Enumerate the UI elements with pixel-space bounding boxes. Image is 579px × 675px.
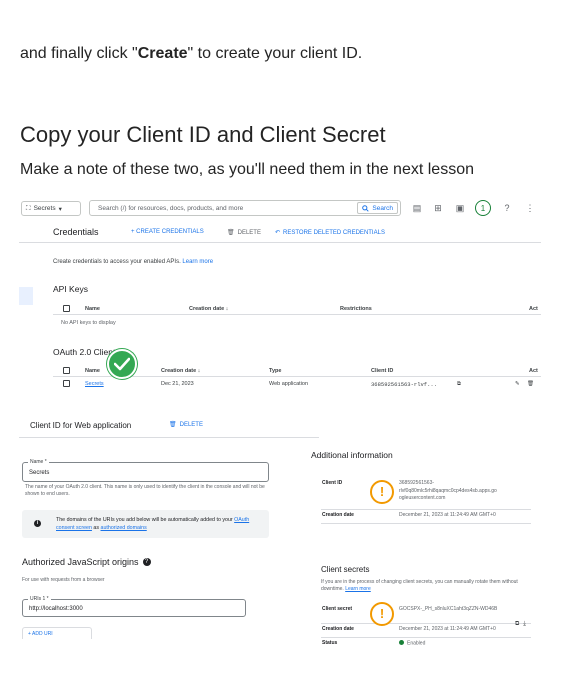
uri-label: URIs 1 * [28,596,51,602]
select-all-checkbox[interactable] [63,367,70,374]
search-placeholder: Search (/) for resources, docs, products… [98,205,244,212]
learn-more-link[interactable]: Learn more [345,586,371,592]
checkmark-icon [107,349,137,379]
status-badge: Enabled [399,640,425,648]
alert-icon: ! [370,602,394,626]
delete-client-button[interactable]: 🗑 DELETE [169,421,203,429]
select-all-checkbox[interactable] [63,305,70,312]
sort-creation-date[interactable]: Creation date ↓ [161,368,200,374]
api-keys-empty: No API keys to display [61,320,116,326]
client-id-header: Client ID for Web application 🗑 DELETE [19,412,319,438]
copy-icon[interactable]: ⧉ [457,381,461,388]
check-circle-icon [399,640,404,645]
lead-text: Make a note of these two, as you'll need… [20,161,474,178]
alert-icon: ! [370,480,394,504]
notes-icon[interactable]: ▤ [412,203,422,213]
section-heading: Copy your Client ID and Client Secret [20,122,386,147]
name-value: Secrets [29,470,50,476]
terminal-icon[interactable]: ▣ [455,203,465,213]
row-checkbox[interactable] [63,380,70,387]
page-title: Credentials [53,227,99,237]
learn-more-link[interactable]: Learn more [182,259,213,265]
project-selector[interactable]: ⛶ Secrets ▾ [21,201,81,216]
additional-info-title: Additional information [311,450,393,460]
restore-button[interactable]: ↶ RESTORE DELETED CREDENTIALS [275,229,385,237]
api-keys-selection-marker [19,287,33,305]
client-secrets-title: Client secrets [321,565,370,574]
client-id-title: Client ID for Web application [30,421,132,430]
api-keys-title: API Keys [53,284,88,294]
help-icon[interactable]: ? [502,203,512,213]
trash-icon: 🗑 [169,422,177,428]
status-row: Status Enabled [321,637,531,647]
additional-info-panel: Additional information Client ID 3685925… [309,438,541,647]
trash-icon[interactable]: 🗑 [527,381,534,387]
trash-icon: 🗑 [227,230,235,236]
sort-creation-date[interactable]: Creation date ↓ [189,306,228,312]
help-icon[interactable]: ? [142,558,151,566]
intro-text: and finally click "Create" to create you… [20,45,363,62]
name-help: The name of your OAuth 2.0 client. This … [25,484,265,497]
name-field[interactable]: Name * Secrets [22,459,269,482]
chevron-down-icon: ▾ [58,205,62,213]
console-topbar: ⛶ Secrets ▾ Search (/) for resources, do… [19,197,541,219]
table-row: Secrets Dec 21, 2023 Web application 368… [53,378,541,390]
search-icon [362,204,370,212]
client-id-row: Client ID 368592561563- rlvf0q80mlc5rhi8… [321,478,531,510]
client-name-link[interactable]: Secrets [85,381,104,387]
undo-icon: ↶ [275,230,281,236]
authorized-domains-link[interactable]: authorized domains [101,525,147,531]
create-credentials-button[interactable]: + CREATE CREDENTIALS [131,229,204,235]
client-secret-row: Client secret GOCSPX-_PH_s8nluXC1aht3qZZ… [321,604,531,624]
info-icon: i [34,520,41,527]
js-origins-title: Authorized JavaScript origins ? [22,557,151,567]
js-origins-help: For use with requests from a browser [22,577,105,583]
credentials-screenshot: ⛶ Secrets ▾ Search (/) for resources, do… [19,197,541,397]
credentials-description: Create credentials to access your enable… [53,259,214,265]
name-label: Name * [28,459,49,465]
edit-icon[interactable]: ✎ [515,381,520,387]
domains-info-box: i The domains of the URIs you add below … [22,510,269,538]
uri-field[interactable]: URIs 1 * http://localhost:3000 [22,596,246,617]
add-uri-button[interactable]: + ADD URI [22,627,92,639]
client-detail-screenshot: Client ID for Web application 🗑 DELETE Na… [19,412,541,647]
search-input[interactable]: Search (/) for resources, docs, products… [89,200,401,216]
secret-creation-row: Creation date December 21, 2023 at 11:24… [322,626,496,632]
client-secrets-help: If you are in the process of changing cl… [321,579,518,592]
uri-value: http://localhost:3000 [29,606,83,612]
step-badge[interactable]: 1 [475,200,491,216]
credentials-header: Credentials + CREATE CREDENTIALS 🗑 DELETE… [19,221,541,243]
create-keyword: Create [137,45,188,62]
more-vert-icon[interactable]: ⋮ [525,203,535,213]
creation-date-row: Creation date December 21, 2023 at 11:24… [321,510,531,524]
search-button[interactable]: Search [357,202,398,214]
project-icon: ⛶ [26,204,31,212]
gift-icon[interactable]: ⊞ [433,203,443,213]
api-keys-table-header: Name Creation date ↓ Restrictions Act [53,303,541,315]
delete-button[interactable]: 🗑 DELETE [227,229,261,237]
